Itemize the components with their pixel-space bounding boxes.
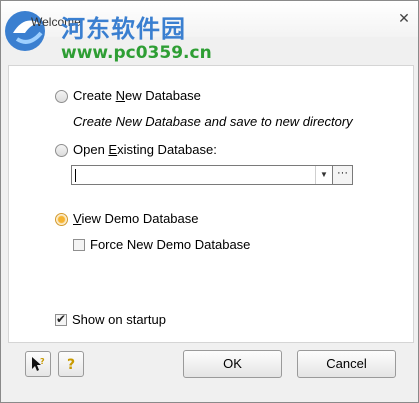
show-on-startup-label[interactable]: Show on startup (72, 312, 166, 327)
watermark-text: 河东软件园 (61, 14, 186, 43)
checkmark-icon: ✔ (56, 312, 67, 326)
close-button[interactable]: ✕ (396, 11, 412, 25)
whats-this-button[interactable]: ? (25, 351, 51, 377)
view-demo-radio[interactable] (55, 213, 68, 226)
browse-button[interactable]: ··· (333, 165, 353, 185)
svg-text:?: ? (40, 357, 45, 366)
open-database-radio[interactable] (55, 144, 68, 157)
force-new-demo-checkbox[interactable] (73, 239, 85, 251)
welcome-dialog: Welcome 河东软件园 ✕ www.pc0359.cn Create New… (0, 0, 419, 403)
options-panel: Create New Database Create New Database … (8, 65, 414, 343)
pointer-help-icon: ? (32, 357, 45, 371)
cancel-button[interactable]: Cancel (297, 350, 396, 378)
create-database-description: Create New Database and save to new dire… (73, 114, 353, 129)
open-database-label[interactable]: Open Existing Database: (73, 142, 217, 157)
site-logo-icon (5, 11, 45, 51)
help-button[interactable]: ? (58, 351, 84, 377)
database-path-combobox[interactable]: ▼ (71, 165, 333, 185)
help-icon: ? (67, 357, 75, 373)
dropdown-arrow-icon[interactable]: ▼ (315, 166, 332, 184)
force-new-demo-label[interactable]: Force New Demo Database (90, 237, 250, 252)
view-demo-label[interactable]: View Demo Database (73, 211, 199, 226)
show-on-startup-checkbox[interactable]: ✔ (55, 312, 67, 326)
create-database-label[interactable]: Create New Database (73, 88, 201, 103)
ok-button[interactable]: OK (183, 350, 282, 378)
svg-text:?: ? (67, 357, 75, 372)
create-database-radio[interactable] (55, 90, 68, 103)
title-bar[interactable]: Welcome 河东软件园 ✕ (1, 1, 418, 51)
text-caret (75, 169, 76, 182)
watermark-url: www.pc0359.cn (61, 43, 212, 63)
